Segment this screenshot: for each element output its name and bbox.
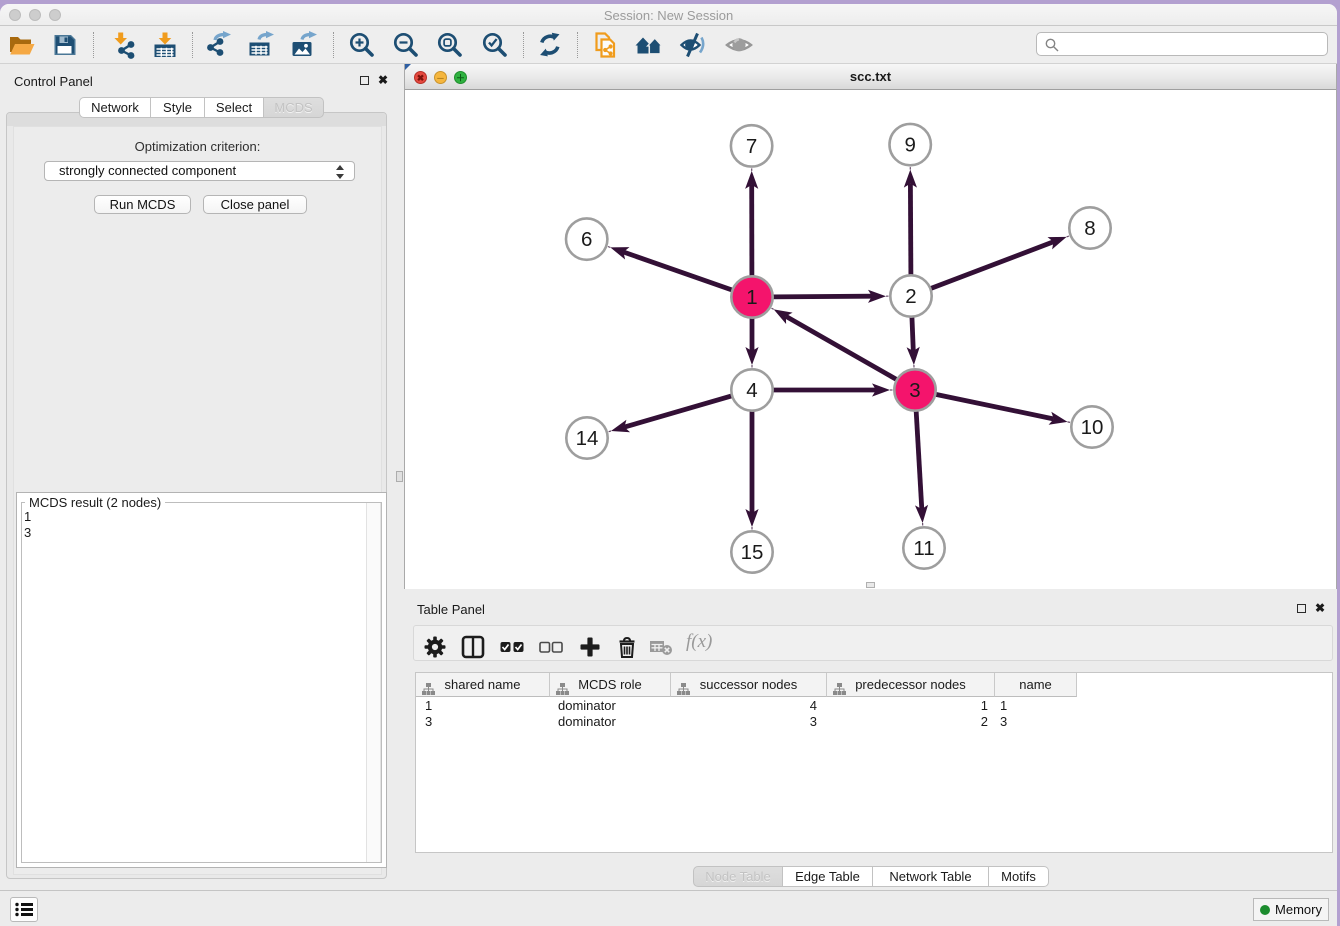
svg-text:4: 4 xyxy=(746,379,757,402)
svg-text:6: 6 xyxy=(581,228,592,251)
svg-text:7: 7 xyxy=(746,135,757,158)
svg-text:9: 9 xyxy=(904,134,915,157)
svg-text:2: 2 xyxy=(905,285,916,308)
svg-text:14: 14 xyxy=(576,427,599,450)
svg-text:10: 10 xyxy=(1081,416,1104,439)
svg-text:3: 3 xyxy=(909,379,920,402)
svg-text:15: 15 xyxy=(741,541,764,564)
svg-text:8: 8 xyxy=(1084,217,1095,240)
svg-text:1: 1 xyxy=(746,286,757,309)
svg-text:11: 11 xyxy=(913,537,934,560)
